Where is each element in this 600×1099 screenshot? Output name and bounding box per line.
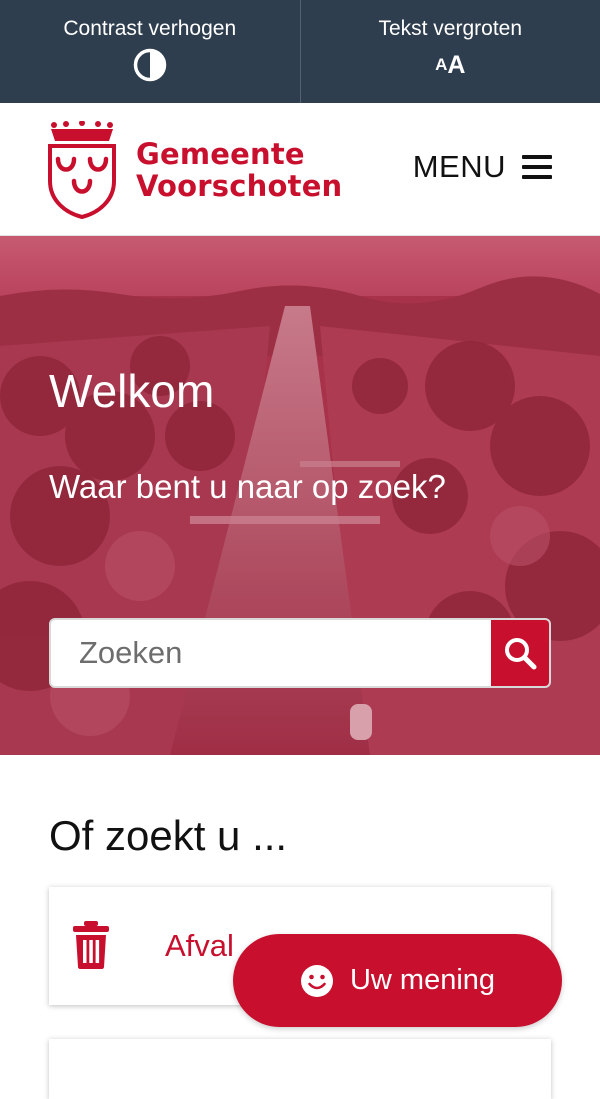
search-icon — [503, 636, 537, 670]
hero-banner: Welkom Waar bent u naar op zoek? — [0, 236, 600, 755]
menu-label: MENU — [413, 149, 506, 185]
menu-button[interactable]: MENU — [413, 149, 552, 185]
site-header: Gemeente Voorschoten MENU — [0, 103, 600, 236]
search-button[interactable] — [491, 620, 549, 686]
contrast-label: Contrast verhogen — [63, 16, 236, 42]
site-logo[interactable]: Gemeente Voorschoten — [46, 121, 342, 219]
contrast-icon — [133, 50, 167, 80]
trash-icon — [71, 921, 111, 974]
text-size-icon-small: A — [435, 55, 447, 75]
card-next[interactable] — [49, 1039, 551, 1099]
search-input[interactable] — [51, 620, 491, 686]
hamburger-icon — [522, 155, 552, 179]
text-size-icon: AA — [435, 50, 465, 80]
section-title: Of zoekt u ... — [49, 812, 287, 860]
logo-line1: Gemeente — [136, 138, 342, 170]
feedback-label: Uw mening — [350, 964, 495, 997]
card-label: Afval — [165, 928, 234, 964]
text-size-button[interactable]: Tekst vergroten AA — [300, 0, 600, 103]
coat-of-arms-icon — [46, 121, 118, 219]
contrast-button[interactable]: Contrast verhogen — [0, 0, 300, 103]
accessibility-bar: Contrast verhogen Tekst vergroten AA — [0, 0, 600, 103]
text-size-icon-big: A — [447, 51, 465, 80]
hero-title: Welkom — [49, 364, 214, 418]
text-size-label: Tekst vergroten — [378, 16, 522, 42]
feedback-button[interactable]: Uw mening — [233, 934, 562, 1027]
logo-line2: Voorschoten — [136, 170, 342, 202]
search-box — [49, 618, 551, 688]
hero-subtitle: Waar bent u naar op zoek? — [49, 468, 446, 506]
smiley-icon — [300, 964, 334, 998]
